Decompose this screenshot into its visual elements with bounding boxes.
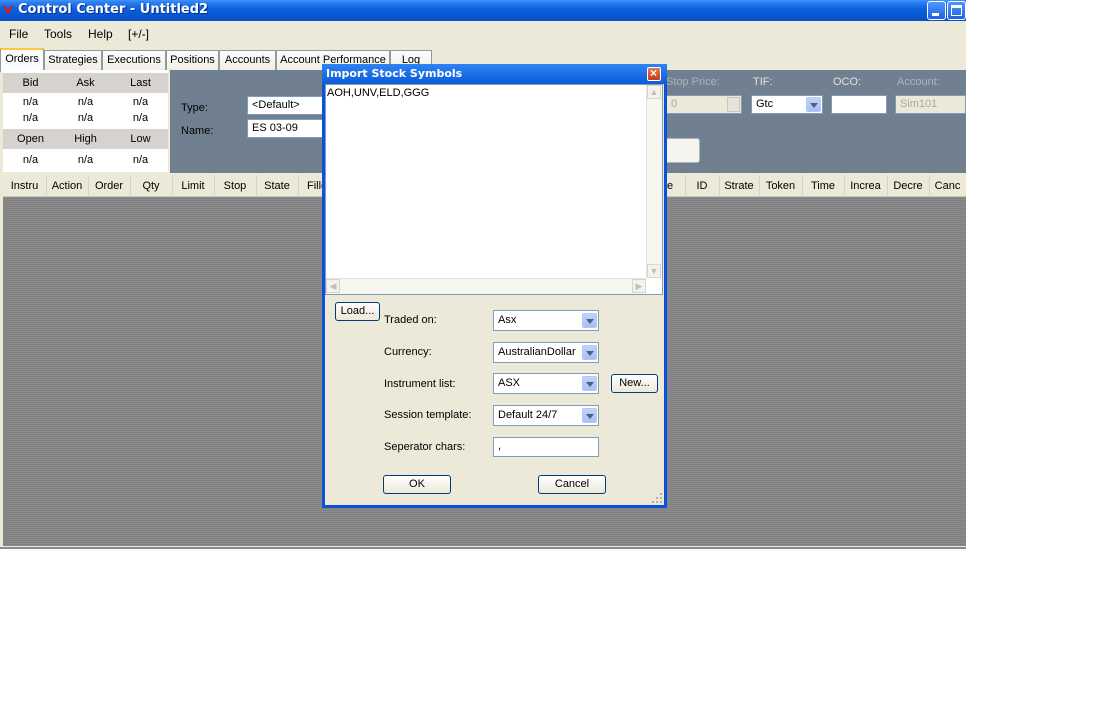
oco-label: OCO: (833, 76, 862, 88)
last-header: Last (113, 73, 168, 93)
dialog-title-bar[interactable]: Import Stock Symbols × (322, 64, 667, 84)
ask-size: n/a (77, 112, 94, 124)
resize-grip-icon[interactable] (651, 492, 663, 504)
traded-on-dropdown[interactable]: Asx (493, 310, 599, 331)
name-label: Name: (181, 125, 214, 137)
open-value: n/a (22, 154, 39, 166)
menu-file[interactable]: File (9, 27, 28, 41)
type-label: Type: (181, 102, 208, 114)
menu-tools[interactable]: Tools (44, 27, 72, 41)
traded-on-value: Asx (498, 314, 517, 326)
ask-value: n/a (77, 96, 94, 108)
chevron-down-icon (582, 408, 597, 423)
col-cancel[interactable]: Canc (929, 175, 966, 197)
type-dropdown[interactable]: <Default> (247, 96, 327, 115)
col-increase[interactable]: Increa (844, 175, 888, 197)
account-dropdown[interactable]: Sim101 (895, 95, 966, 114)
last-value: n/a (132, 96, 149, 108)
chevron-down-icon (582, 376, 597, 391)
cancel-button[interactable]: Cancel (538, 475, 606, 494)
col-limit[interactable]: Limit (172, 175, 215, 197)
window-title: Control Center - Untitled2 (18, 2, 209, 17)
col-state[interactable]: State (256, 175, 299, 197)
load-button[interactable]: Load... (335, 302, 380, 321)
scroll-left-icon[interactable]: ◀ (326, 279, 340, 293)
tab-positions[interactable]: Positions (166, 50, 219, 70)
tif-label: TIF: (753, 76, 773, 88)
stop-price-value: 0 (671, 98, 678, 110)
symbols-text: AOH,UNV,ELD,GGG (327, 87, 430, 99)
tab-executions[interactable]: Executions (102, 50, 166, 70)
tif-dropdown[interactable]: Gtc (751, 95, 823, 114)
open-header: Open (3, 129, 58, 149)
close-icon: × (650, 66, 658, 80)
traded-on-label: Traded on: (384, 314, 437, 326)
col-decrease[interactable]: Decre (887, 175, 930, 197)
currency-value: AustralianDollar (498, 346, 576, 358)
col-price[interactable]: e (667, 175, 686, 197)
menu-help[interactable]: Help (88, 27, 113, 41)
quote-panel: Bid Ask Last n/a n/a n/a n/a n/a n/a Ope… (3, 70, 168, 172)
symbols-textarea[interactable]: AOH,UNV,ELD,GGG ▲ ▼ ◀ ▶ (325, 84, 663, 295)
minimize-button[interactable] (927, 1, 946, 20)
col-time[interactable]: Time (802, 175, 845, 197)
ok-button[interactable]: OK (383, 475, 451, 494)
col-qty[interactable]: Qty (130, 175, 173, 197)
col-action[interactable]: Action (46, 175, 89, 197)
bid-size: n/a (22, 112, 39, 124)
tab-strategies[interactable]: Strategies (44, 50, 102, 70)
high-header: High (58, 129, 113, 149)
app-logo-icon (3, 6, 13, 15)
low-header: Low (113, 129, 168, 149)
last-size: n/a (132, 112, 149, 124)
tab-accounts[interactable]: Accounts (219, 50, 276, 70)
instrument-list-value: ASX (498, 377, 521, 389)
menu-bar: File Tools Help [+/-] (0, 23, 966, 44)
chevron-down-icon (582, 345, 597, 360)
menu-expand-toggle[interactable]: [+/-] (128, 27, 149, 41)
new-instrument-list-button[interactable]: New... (611, 374, 658, 393)
ask-header: Ask (58, 73, 113, 93)
session-template-dropdown[interactable]: Default 24/7 (493, 405, 599, 426)
col-instrument[interactable]: Instru (3, 175, 47, 197)
col-order[interactable]: Order (88, 175, 131, 197)
high-value: n/a (77, 154, 94, 166)
currency-label: Currency: (384, 346, 432, 358)
maximize-button[interactable] (947, 1, 966, 20)
instrument-list-label: Instrument list: (384, 378, 456, 390)
col-strategy[interactable]: Strate (719, 175, 760, 197)
stop-price-label: Stop Price: (666, 76, 720, 88)
instrument-name-field[interactable]: ES 03-09 (247, 119, 327, 138)
bid-value: n/a (22, 96, 39, 108)
oco-field[interactable] (831, 95, 887, 114)
vertical-scrollbar[interactable]: ▲ ▼ (646, 85, 662, 278)
scroll-down-icon[interactable]: ▼ (647, 264, 661, 278)
dialog-title: Import Stock Symbols (326, 67, 463, 80)
scroll-up-icon[interactable]: ▲ (647, 85, 661, 99)
stop-price-spinner-icon (727, 97, 740, 112)
bid-header: Bid (3, 73, 58, 93)
separator-chars-field[interactable]: , (493, 437, 599, 457)
session-template-value: Default 24/7 (498, 409, 558, 421)
col-token[interactable]: Token (759, 175, 803, 197)
col-stop[interactable]: Stop (214, 175, 257, 197)
scroll-right-icon[interactable]: ▶ (632, 279, 646, 293)
separator-chars-label: Seperator chars: (384, 441, 466, 453)
account-label: Account: (897, 76, 940, 88)
instrument-list-dropdown[interactable]: ASX (493, 373, 599, 394)
dialog-close-button[interactable]: × (647, 66, 661, 81)
tab-orders[interactable]: Orders (0, 48, 44, 72)
low-value: n/a (132, 154, 149, 166)
minimize-icon (932, 13, 939, 16)
maximize-icon (951, 5, 962, 16)
col-id[interactable]: ID (685, 175, 720, 197)
main-title-bar[interactable]: Control Center - Untitled2 (0, 0, 966, 21)
tif-value: Gtc (756, 98, 774, 110)
session-template-label: Session template: (384, 409, 472, 421)
chevron-down-icon (806, 97, 821, 112)
stop-price-field[interactable]: 0 (666, 95, 742, 114)
chevron-down-icon (582, 313, 597, 328)
currency-dropdown[interactable]: AustralianDollar (493, 342, 599, 363)
horizontal-scrollbar[interactable]: ◀ ▶ (326, 278, 646, 294)
